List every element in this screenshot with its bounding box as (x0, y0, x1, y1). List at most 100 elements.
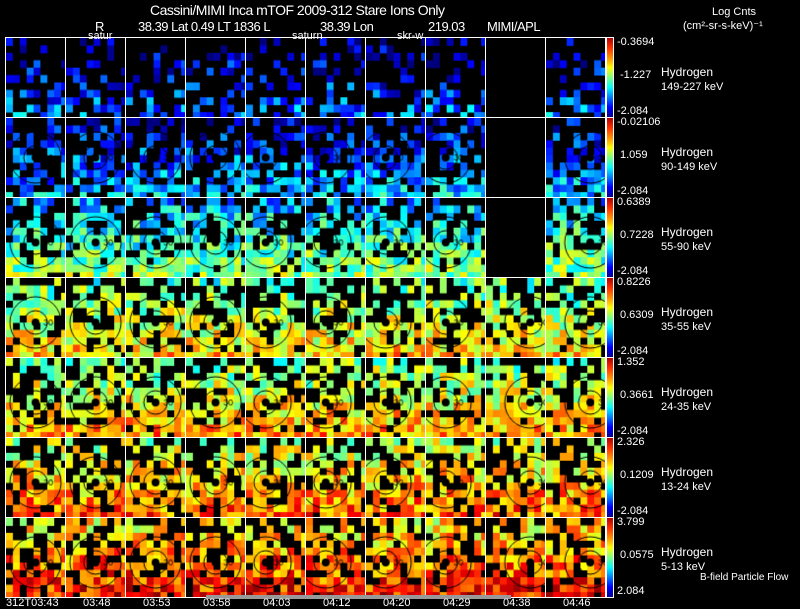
heatmap-panel-r5-c7 (425, 437, 486, 518)
species-label: Hydrogen (661, 145, 714, 159)
heatmap-panel-r2-c7 (425, 197, 486, 278)
heatmap-cells (186, 38, 245, 117)
heatmap-cells (366, 278, 425, 357)
species-label: Hydrogen (661, 225, 714, 239)
heatmap-panel-r2-c5 (305, 197, 366, 278)
heatmap-panel-r0-c6 (365, 37, 426, 118)
heatmap-panel-r3-c0 (5, 277, 66, 358)
heatmap-cells (6, 38, 65, 117)
heatmap-panel-r3-c1 (65, 277, 126, 358)
heatmap-cells (126, 118, 185, 197)
heatmap-panel-r4-c2 (125, 357, 186, 438)
overlay-label-saturn: saturn (292, 30, 323, 42)
heatmap-cells (186, 518, 245, 597)
heatmap-cells (246, 518, 305, 597)
heatmap-cells (246, 358, 305, 437)
heatmap-panel-r4-c6 (365, 357, 426, 438)
time-tick-label: 03:53 (143, 597, 171, 609)
heatmap-panel-r4-c7 (425, 357, 486, 438)
heatmap-panel-r0-c4 (245, 37, 306, 118)
heatmap-cells (66, 358, 125, 437)
heatmap-panel-r1-c9 (545, 117, 606, 198)
plot-title: Cassini/MIMI Inca mTOF 2009-312 Stare Io… (150, 2, 445, 18)
heatmap-cells (426, 438, 485, 517)
heatmap-panel-r5-c8 (485, 437, 546, 518)
heatmap-cells (546, 518, 605, 597)
heatmap-panel-r3-c6 (365, 277, 426, 358)
heatmap-cells (546, 438, 605, 517)
heatmap-cells (426, 278, 485, 357)
heatmap-cells (66, 198, 125, 277)
heatmap-panel-r5-c1 (65, 437, 126, 518)
heatmap-cells (246, 198, 305, 277)
heatmap-cells (486, 438, 545, 517)
heatmap-panel-r0-c7 (425, 37, 486, 118)
heatmap-cells (126, 38, 185, 117)
colorbar-mid: 0.7228 (620, 229, 654, 241)
heatmap-cells (546, 118, 605, 197)
heatmap-panel-r5-c6 (365, 437, 426, 518)
heatmap-cells (6, 118, 65, 197)
heatmap-panel-r3-c8 (485, 277, 546, 358)
colorbar (606, 117, 614, 198)
heatmap-cells (486, 198, 545, 277)
colorbar (606, 437, 614, 518)
colorbar-max: 1.352 (617, 356, 645, 368)
heatmap-cells (486, 118, 545, 197)
colorbar (606, 357, 614, 438)
heatmap-cells (366, 38, 425, 117)
heatmap-panel-r1-c0 (5, 117, 66, 198)
colorbar-mid: -1.227 (620, 69, 652, 81)
energy-range-label: 13-24 keV (661, 481, 712, 493)
heatmap-cells (186, 438, 245, 517)
energy-range-label: 149-227 keV (661, 81, 724, 93)
heatmap-panel-r6-c6 (365, 517, 426, 598)
heatmap-cells (366, 198, 425, 277)
heatmap-panel-r0-c9 (545, 37, 606, 118)
heatmap-cells (246, 278, 305, 357)
colorbar-mid: 0.3661 (620, 389, 654, 401)
heatmap-panel-r5-c0 (5, 437, 66, 518)
heatmap-cells (66, 118, 125, 197)
time-tick-label: 312T03:43 (6, 597, 59, 609)
heatmap-panel-r1-c4 (245, 117, 306, 198)
heatmap-cells (6, 518, 65, 597)
units-label: (cm²-sr-s-keV)⁻¹ (683, 20, 763, 32)
heatmap-panel-r6-c9 (545, 517, 606, 598)
heatmap-cells (66, 518, 125, 597)
heatmap-cells (6, 198, 65, 277)
units-title: Log Cnts (712, 6, 757, 18)
heatmap-panel-r2-c0 (5, 197, 66, 278)
heatmap-cells (486, 518, 545, 597)
heatmap-cells (366, 518, 425, 597)
heatmap-panel-r0-c0 (5, 37, 66, 118)
species-label: Hydrogen (661, 545, 714, 559)
heatmap-cells (186, 278, 245, 357)
heatmap-panel-r0-c8 (485, 37, 546, 118)
energy-range-label: 24-35 keV (661, 401, 712, 413)
heatmap-panel-r2-c9 (545, 197, 606, 278)
heatmap-grid (5, 37, 606, 598)
time-tick-label: 03:58 (203, 597, 231, 609)
heatmap-panel-r4-c9 (545, 357, 606, 438)
heatmap-panel-r1-c1 (65, 117, 126, 198)
heatmap-cells (186, 198, 245, 277)
heatmap-panel-r2-c3 (185, 197, 246, 278)
heatmap-panel-r5-c2 (125, 437, 186, 518)
colorbar-max: 0.6389 (617, 196, 651, 208)
colorbar-min: 2.084 (617, 585, 645, 597)
heatmap-cells (306, 198, 365, 277)
heatmap-cells (546, 38, 605, 117)
heatmap-panel-r5-c3 (185, 437, 246, 518)
heatmap-panel-r3-c3 (185, 277, 246, 358)
time-tick-label: 04:46 (563, 597, 591, 609)
colorbar (606, 517, 614, 598)
heatmap-cells (246, 118, 305, 197)
colorbar-mid: 1.059 (620, 149, 648, 161)
heatmap-cells (426, 198, 485, 277)
colorbar-mid: 0.1209 (620, 469, 654, 481)
heatmap-panel-r3-c9 (545, 277, 606, 358)
colorbar-max: 2.326 (617, 436, 645, 448)
heatmap-panel-r2-c4 (245, 197, 306, 278)
heatmap-panel-r6-c5 (305, 517, 366, 598)
